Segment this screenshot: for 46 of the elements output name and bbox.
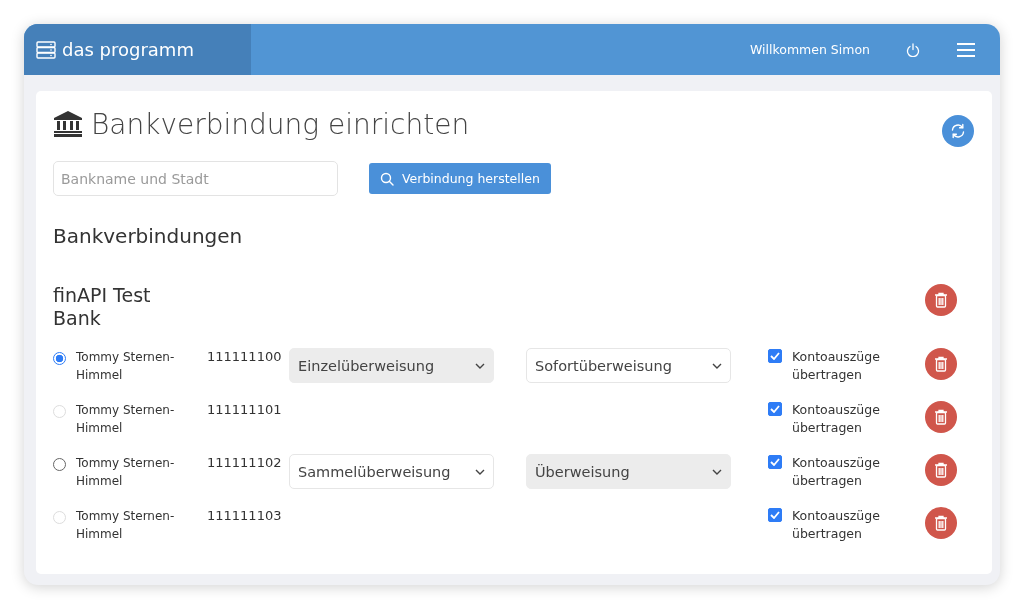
account-holder: Tommy Sternen-Himmel: [76, 455, 176, 490]
checkbox-label: Kontoauszüge übertragen: [792, 507, 881, 543]
trash-icon: [934, 462, 948, 478]
refresh-icon: [950, 123, 966, 139]
server-icon: [36, 40, 56, 59]
trash-icon: [934, 292, 948, 308]
dropdown[interactable]: Sofortüberweisung: [526, 348, 731, 383]
account-number: 111111102: [207, 454, 283, 470]
checkbox[interactable]: [768, 508, 782, 522]
refresh-button[interactable]: [942, 115, 974, 147]
section-title: Bankverbindungen: [53, 224, 244, 248]
chevron-icon: [712, 362, 722, 369]
checkbox[interactable]: [768, 455, 782, 469]
account-number: 111111100: [207, 348, 283, 364]
search-icon: [380, 171, 394, 186]
account-number: 111111101: [207, 401, 283, 417]
chevron-icon: [475, 362, 485, 369]
chevron-icon: [712, 468, 722, 475]
bank-name: finAPI Test Bank: [53, 284, 152, 330]
account-holder: Tommy Sternen-Himmel: [76, 349, 176, 384]
delete-button[interactable]: [925, 348, 957, 380]
menu-icon[interactable]: [956, 41, 976, 58]
trash-icon: [934, 356, 948, 372]
checkbox[interactable]: [768, 349, 782, 363]
bank-icon: [53, 110, 83, 138]
radio-button[interactable]: [53, 352, 66, 365]
delete-button[interactable]: [925, 401, 957, 433]
delete-button[interactable]: [925, 284, 957, 316]
delete-button[interactable]: [925, 454, 957, 486]
checkbox-label: Kontoauszüge übertragen: [792, 454, 881, 490]
account-number: 111111103: [207, 507, 283, 523]
account-holder: Tommy Sternen-Himmel: [76, 402, 176, 437]
page-title: Bankverbindung einrichten: [91, 107, 470, 141]
trash-icon: [934, 409, 948, 425]
delete-button[interactable]: [925, 507, 957, 539]
checkbox-label: Kontoauszüge übertragen: [792, 348, 881, 384]
dropdown[interactable]: Sammelüberweisung: [289, 454, 494, 489]
power-icon[interactable]: [906, 42, 920, 57]
chevron-icon: [475, 468, 485, 475]
checkbox[interactable]: [768, 402, 782, 416]
trash-icon: [934, 515, 948, 531]
checkbox-label: Kontoauszüge übertragen: [792, 401, 881, 437]
app-name: das programm: [62, 39, 194, 60]
search-field[interactable]: Bankname und Stadt: [53, 161, 338, 196]
welcome-text: Willkommen Simon: [749, 42, 870, 57]
account-holder: Tommy Sternen-Himmel: [76, 508, 176, 543]
